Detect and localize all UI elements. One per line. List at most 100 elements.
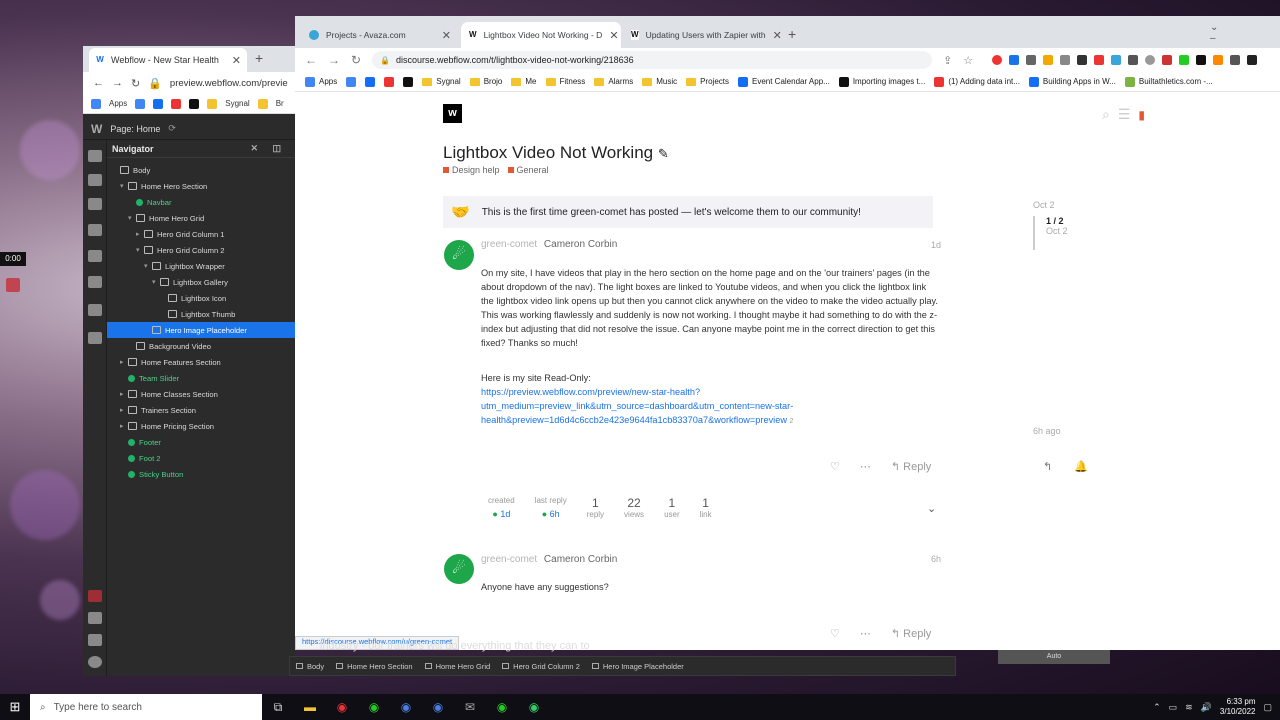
users-icon[interactable] (88, 634, 102, 646)
bookmark-br[interactable]: Br (276, 99, 284, 108)
chrome-icon[interactable]: ◉ (326, 700, 358, 714)
navigator-item[interactable]: ▾ Hero Grid Column 2 (107, 242, 295, 258)
breadcrumb-item[interactable]: Home Hero Section (336, 662, 413, 671)
volume-icon[interactable]: 🔊 (1201, 702, 1212, 713)
star-icon[interactable]: ☆ (963, 54, 973, 67)
bookmark-apps[interactable]: Apps (305, 76, 337, 87)
post-author[interactable]: green-comet Cameron Corbin (481, 554, 617, 565)
close-tab-icon[interactable]: ✕ (609, 29, 618, 42)
reply-button[interactable]: ↰ Reply (891, 627, 931, 640)
symbols-icon[interactable] (88, 174, 102, 186)
profile-icon[interactable] (1247, 55, 1258, 65)
mail-icon[interactable]: ✉ (454, 700, 486, 714)
bookmark-builtathletics[interactable]: Builtathletics.com -... (1124, 76, 1213, 87)
app-icon[interactable]: ◉ (486, 700, 518, 714)
file-explorer-icon[interactable]: ▬ (294, 700, 326, 714)
navigator-item[interactable]: ▾ Home Hero Section (107, 178, 295, 194)
add-panel-icon[interactable] (88, 150, 102, 162)
pages-icon[interactable] (88, 224, 102, 236)
bell-icon[interactable]: 🔔 (1074, 460, 1088, 473)
post-username[interactable]: green-comet (481, 554, 537, 565)
bookmark-icon[interactable] (365, 76, 376, 87)
hamburger-menu-icon[interactable]: ☰ (1118, 106, 1131, 123)
post-author[interactable]: green-comet Cameron Corbin (481, 239, 617, 250)
navigator-item[interactable]: ▾ Lightbox Gallery (107, 274, 295, 290)
bookmark-alarms[interactable]: Alarms (594, 77, 633, 86)
network-icon[interactable]: ▭ (1169, 702, 1178, 713)
tray-chevron-icon[interactable]: ⌃ (1153, 702, 1161, 713)
close-tab-icon[interactable]: ✕ (232, 54, 241, 67)
navigator-item[interactable]: ▸ Home Classes Section (107, 386, 295, 402)
navigator-item[interactable]: Lightbox Icon (107, 290, 295, 306)
ecommerce-icon[interactable] (88, 276, 102, 288)
webflow-url[interactable]: preview.webflow.com/previe (170, 78, 288, 89)
app-icon[interactable]: ◉ (358, 700, 390, 714)
forward-icon[interactable]: → (112, 77, 123, 89)
reply-button[interactable]: ↰ Reply (891, 460, 931, 473)
bookmark-me[interactable]: Me (511, 77, 537, 86)
expand-caret-icon[interactable]: ▾ (120, 182, 128, 190)
expand-caret-icon[interactable]: ▸ (120, 406, 128, 414)
expand-caret-icon[interactable]: ▸ (120, 422, 128, 430)
edit-pencil-icon[interactable]: ✎ (658, 146, 669, 161)
search-icon[interactable] (88, 612, 102, 624)
page-settings-icon[interactable]: ⟳ (168, 123, 176, 134)
reload-icon[interactable]: ↻ (351, 53, 361, 67)
like-heart-icon[interactable]: ♡ (830, 460, 840, 473)
expand-caret-icon[interactable]: ▸ (136, 230, 144, 238)
site-preview-link[interactable]: https://preview.webflow.com/preview/new-… (481, 385, 941, 429)
close-tab-icon[interactable]: ✕ (773, 29, 782, 42)
navigator-item[interactable]: ▸ Home Features Section (107, 354, 295, 370)
timeline-start[interactable]: Oct 2 (1033, 200, 1113, 210)
bookmark-adding-data[interactable]: (1) Adding data int... (934, 76, 1020, 87)
expand-summary-chevron-icon[interactable]: ⌄ (927, 502, 936, 515)
close-tab-icon[interactable]: ✕ (442, 29, 451, 42)
expand-caret-icon[interactable]: ▾ (152, 278, 160, 286)
extension-icon[interactable] (1077, 55, 1088, 65)
avatar[interactable]: ☄ (444, 554, 474, 584)
avatar[interactable]: ☄ (444, 240, 474, 270)
tab-lightbox-video[interactable]: W Lightbox Video Not Working - D ✕ (461, 22, 621, 48)
window-controls[interactable]: ⌄ – (1210, 22, 1280, 44)
navigator-item[interactable]: ▸ Trainers Section (107, 402, 295, 418)
help-icon[interactable] (88, 656, 102, 668)
webflow-browser-tab[interactable]: W Webflow - New Star Health ✕ (89, 48, 247, 72)
reload-icon[interactable]: ↻ (131, 77, 140, 90)
breadcrumb-item[interactable]: Hero Image Placeholder (591, 662, 684, 671)
settings-icon[interactable] (88, 332, 102, 344)
record-icon[interactable] (6, 278, 20, 292)
extension-icon[interactable] (1009, 55, 1020, 65)
navigator-item[interactable]: ▸ Hero Grid Column 1 (107, 226, 295, 242)
forward-icon[interactable]: → (328, 53, 340, 67)
bookmark-sygnal[interactable]: Sygnal (225, 99, 249, 108)
post-username[interactable]: green-comet (481, 239, 537, 250)
extension-icon[interactable] (992, 55, 1003, 65)
navigator-controls[interactable]: ✕ ◫ (250, 143, 287, 154)
expand-caret-icon[interactable]: ▾ (128, 214, 136, 222)
extension-icon[interactable] (1162, 55, 1173, 65)
category-design-help[interactable]: Design help (443, 165, 500, 175)
breadcrumb-item[interactable]: Home Hero Grid (424, 662, 490, 671)
extension-icon[interactable] (1213, 55, 1224, 65)
cms-icon[interactable] (88, 250, 102, 262)
post-fullname[interactable]: Cameron Corbin (544, 239, 617, 250)
bookmark-projects[interactable]: Projects (686, 77, 729, 86)
app-icon[interactable]: ◉ (422, 700, 454, 714)
wifi-icon[interactable]: ≋ (1185, 702, 1193, 713)
tab-avaza[interactable]: Projects - Avaza.com ✕ (301, 22, 459, 48)
auto-setting-chip[interactable]: Auto (998, 650, 1110, 664)
extension-icon[interactable] (1060, 55, 1071, 65)
post-time[interactable]: 6h (925, 554, 941, 564)
navigator-item[interactable]: Sticky Button (107, 466, 295, 482)
extension-icon[interactable] (1111, 55, 1122, 65)
search-icon[interactable]: ⌕ (1102, 106, 1110, 123)
task-view-icon[interactable]: ⧉ (262, 700, 294, 715)
expand-caret-icon[interactable]: ▾ (144, 262, 152, 270)
post-time[interactable]: 1d (929, 240, 941, 250)
bookmark-icon[interactable] (346, 76, 357, 87)
timeline-end[interactable]: 6h ago (1033, 426, 1113, 436)
bookmark-icon[interactable] (384, 76, 395, 87)
extension-icon[interactable] (1026, 55, 1037, 65)
back-icon[interactable]: ← (305, 53, 317, 67)
navigator-icon[interactable] (88, 198, 102, 210)
